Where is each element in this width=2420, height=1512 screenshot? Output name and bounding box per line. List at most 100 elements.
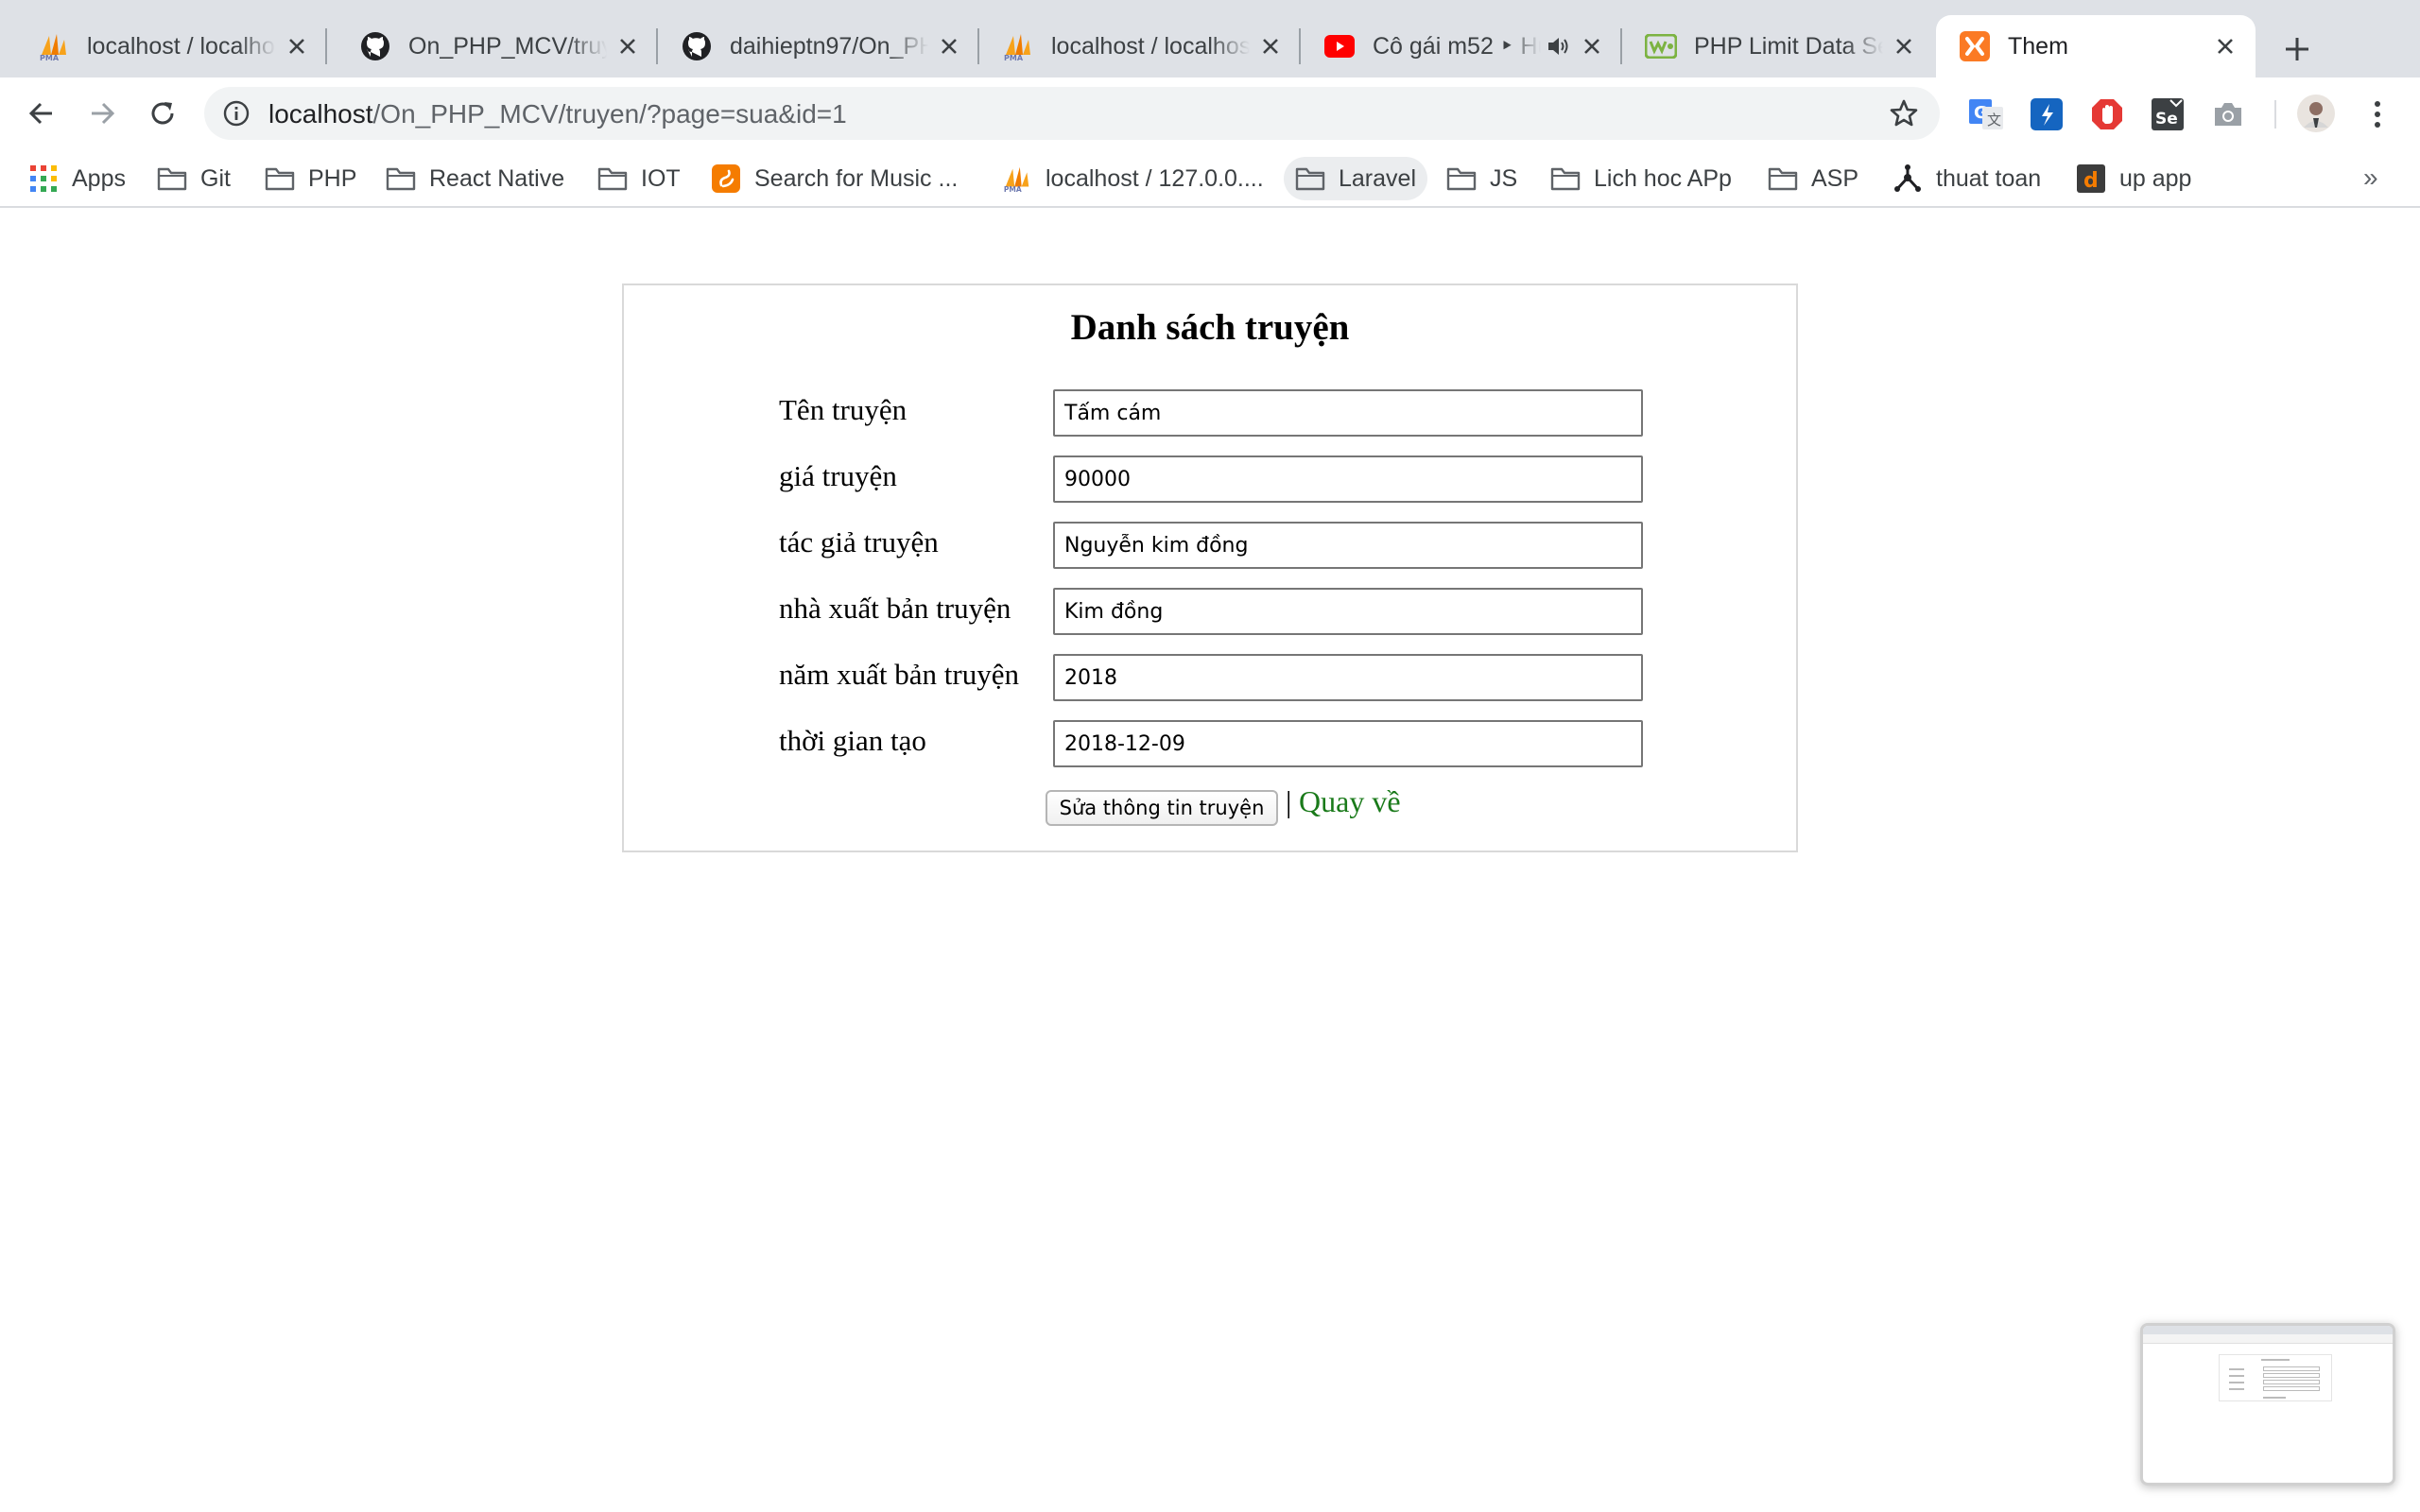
extension-blue-icon[interactable] bbox=[2029, 96, 2065, 132]
youtube-icon bbox=[1323, 30, 1356, 62]
input-gia-truyen[interactable] bbox=[1053, 455, 1643, 503]
svg-text:PMA: PMA bbox=[1004, 185, 1022, 193]
tab-close-icon[interactable] bbox=[614, 33, 641, 60]
address-bar[interactable]: localhost/On_PHP_MCV/truyen/?page=sua&id… bbox=[204, 87, 1940, 140]
folder-icon bbox=[157, 163, 187, 194]
chrome-menu-button[interactable] bbox=[2360, 96, 2395, 132]
graph-icon bbox=[1893, 163, 1923, 194]
input-tac-gia[interactable] bbox=[1053, 522, 1643, 569]
screenshot-preview-thumbnail[interactable] bbox=[2140, 1323, 2395, 1486]
bookmark-star-icon[interactable] bbox=[1889, 98, 1919, 129]
label-gia-truyen: giá truyện bbox=[779, 459, 897, 492]
folder-icon bbox=[1446, 163, 1477, 194]
back-button[interactable] bbox=[19, 91, 64, 136]
bookmark-folder-js[interactable]: JS bbox=[1435, 157, 1529, 200]
svg-text:文: 文 bbox=[1987, 112, 2001, 129]
svg-text:Se: Se bbox=[2155, 110, 2178, 129]
bookmark-apps[interactable]: Apps bbox=[17, 157, 137, 200]
phpmyadmin-icon: PMA bbox=[1002, 163, 1032, 194]
tab-close-icon[interactable] bbox=[2212, 33, 2238, 60]
bookmark-label: Git bbox=[200, 164, 231, 192]
avatar-icon bbox=[2297, 94, 2335, 132]
folder-icon bbox=[1295, 163, 1325, 194]
tab-title: Cô gái m52 ‣ Huy bbox=[1373, 33, 1541, 60]
tab-close-icon[interactable] bbox=[1891, 33, 1917, 60]
xampp-icon bbox=[1959, 30, 1991, 62]
input-ten-truyen[interactable] bbox=[1053, 389, 1643, 437]
tab-strip: PMA localhost / localhost On_PHP_MCV/tru… bbox=[0, 0, 2420, 77]
camera-icon[interactable] bbox=[2210, 96, 2246, 132]
bookmark-localhost-phpmyadmin[interactable]: PMA localhost / 127.0.0.... bbox=[991, 157, 1275, 200]
new-tab-button[interactable] bbox=[2273, 25, 2322, 74]
tab-title: On_PHP_MCV/truyen bbox=[408, 32, 607, 60]
tab-title: Them bbox=[2008, 32, 2068, 60]
tab-close-icon[interactable] bbox=[284, 33, 310, 60]
back-link[interactable]: Quay về bbox=[1299, 784, 1401, 819]
folder-icon bbox=[386, 163, 416, 194]
folder-icon bbox=[597, 163, 628, 194]
bookmark-label: up app bbox=[2119, 164, 2192, 192]
edit-story-panel: Danh sách truyện Tên truyện giá truyện t… bbox=[622, 284, 1798, 852]
bookmark-folder-iot[interactable]: IOT bbox=[586, 157, 692, 200]
tab-2[interactable]: On_PHP_MCV/truyen bbox=[337, 15, 658, 77]
arrow-left-icon bbox=[28, 102, 52, 125]
separator: | bbox=[1286, 784, 1292, 818]
github-icon bbox=[359, 30, 391, 62]
bookmark-folder-php[interactable]: PHP bbox=[253, 157, 368, 200]
url-text: localhost/On_PHP_MCV/truyen/?page=sua&id… bbox=[268, 99, 847, 129]
tab-close-icon[interactable] bbox=[1257, 33, 1284, 60]
bookmark-folder-react-native[interactable]: React Native bbox=[374, 157, 576, 200]
label-tac-gia: tác giả truyện bbox=[779, 525, 939, 558]
tab-title: localhost / localhost bbox=[1051, 32, 1250, 60]
bookmark-thuat-toan[interactable]: thuat toan bbox=[1881, 157, 2052, 200]
bookmark-label: ASP bbox=[1811, 164, 1859, 192]
selenium-icon[interactable]: Se bbox=[2150, 96, 2186, 132]
tab-5[interactable]: Cô gái m52 ‣ Huy bbox=[1301, 15, 1622, 77]
bookmark-label: React Native bbox=[429, 164, 565, 192]
input-nam-xuat-ban[interactable] bbox=[1053, 654, 1643, 701]
d-logo-icon: d bbox=[2076, 163, 2106, 194]
bookmark-folder-git[interactable]: Git bbox=[146, 157, 242, 200]
info-icon[interactable] bbox=[223, 100, 250, 127]
reload-icon bbox=[151, 102, 174, 125]
bookmark-folder-lich-hoc-app[interactable]: Lich hoc APp bbox=[1539, 157, 1743, 200]
speaker-icon[interactable] bbox=[1547, 35, 1571, 58]
phpmyadmin-icon: PMA bbox=[1002, 30, 1034, 62]
tab-7-active[interactable]: Them bbox=[1936, 15, 2256, 77]
svg-text:PMA: PMA bbox=[1004, 54, 1024, 60]
bookmark-label: IOT bbox=[641, 164, 681, 192]
tab-1[interactable]: PMA localhost / localhost bbox=[15, 15, 327, 77]
bookmark-up-app[interactable]: d up app bbox=[2065, 157, 2203, 200]
update-story-button[interactable]: Sửa thông tin truyện bbox=[1046, 790, 1278, 826]
bookmark-search-for-music[interactable]: Search for Music ... bbox=[700, 157, 969, 200]
input-thoi-gian-tao[interactable] bbox=[1053, 720, 1643, 767]
label-thoi-gian-tao: thời gian tạo bbox=[779, 724, 926, 757]
label-nam-xuat-ban: năm xuất bản truyện bbox=[779, 658, 1019, 691]
bookmarks-overflow-button[interactable]: » bbox=[2363, 163, 2378, 193]
label-nha-xuat-ban: nhà xuất bản truyện bbox=[779, 592, 1011, 625]
tab-3[interactable]: daihieptn97/On_PHP bbox=[658, 15, 979, 77]
tab-close-icon[interactable] bbox=[1579, 33, 1605, 60]
reload-button[interactable] bbox=[140, 91, 185, 136]
page-title: Danh sách truyện bbox=[1070, 307, 1350, 348]
svg-text:PMA: PMA bbox=[40, 54, 60, 60]
arrow-right-icon bbox=[92, 102, 115, 125]
profile-avatar[interactable] bbox=[2295, 93, 2337, 134]
bookmark-label: Search for Music ... bbox=[754, 164, 959, 192]
url-host: localhost bbox=[268, 99, 373, 129]
bookmark-folder-asp[interactable]: ASP bbox=[1756, 157, 1870, 200]
github-icon bbox=[681, 30, 713, 62]
google-translate-icon[interactable]: G文 bbox=[1968, 96, 2004, 132]
adblock-icon[interactable] bbox=[2089, 96, 2125, 132]
browser-toolbar: localhost/On_PHP_MCV/truyen/?page=sua&id… bbox=[0, 77, 2420, 149]
music-search-icon bbox=[711, 163, 741, 194]
tab-6[interactable]: PHP Limit Data Select bbox=[1622, 15, 1934, 77]
forward-button[interactable] bbox=[79, 91, 125, 136]
tab-close-icon[interactable] bbox=[936, 33, 962, 60]
bookmark-label: Laravel bbox=[1339, 164, 1416, 192]
tab-4[interactable]: PMA localhost / localhost bbox=[979, 15, 1301, 77]
phpmyadmin-icon: PMA bbox=[38, 30, 70, 62]
input-nha-xuat-ban[interactable] bbox=[1053, 588, 1643, 635]
bookmark-label: thuat toan bbox=[1936, 164, 2042, 192]
bookmark-folder-laravel[interactable]: Laravel bbox=[1284, 157, 1427, 200]
